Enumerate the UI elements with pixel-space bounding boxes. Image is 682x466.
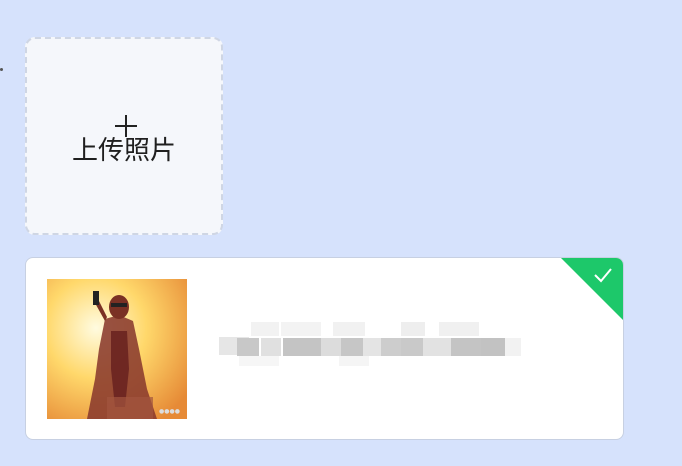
upload-photo-button[interactable]: 上传照片 bbox=[25, 37, 223, 235]
file-thumbnail[interactable]: ●●●● bbox=[47, 279, 187, 419]
svg-text:●●●●: ●●●● bbox=[159, 408, 180, 415]
upload-success-badge bbox=[561, 258, 623, 320]
uploaded-file-card[interactable]: ●●●● bbox=[25, 257, 624, 440]
page-edge-dot bbox=[0, 68, 3, 71]
check-icon bbox=[594, 268, 612, 283]
upload-label: 上传照片 bbox=[71, 136, 176, 166]
file-name-redacted bbox=[209, 322, 524, 372]
thumbnail-image-icon: ●●●● bbox=[47, 279, 187, 419]
